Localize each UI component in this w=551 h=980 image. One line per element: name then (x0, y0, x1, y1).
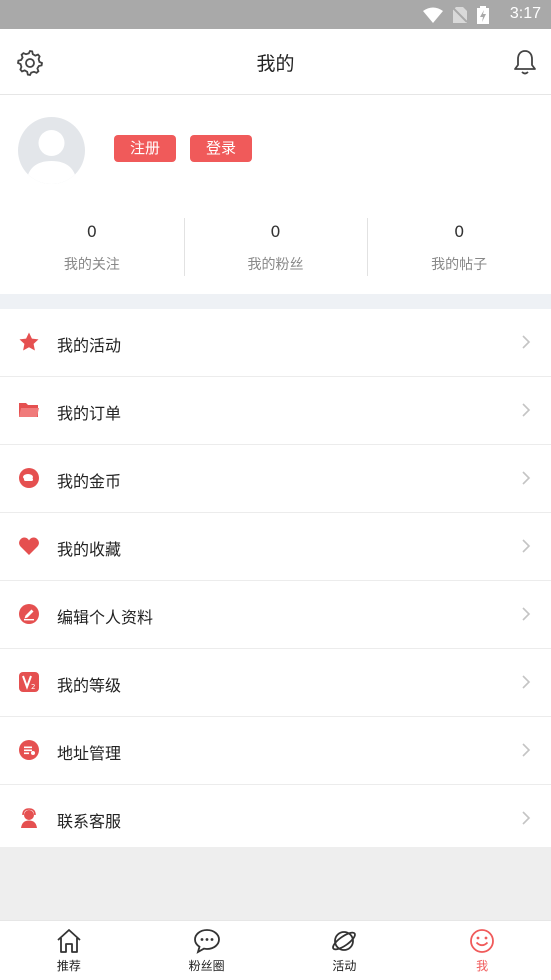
chevron-right-icon (522, 471, 531, 485)
stat-value: 0 (270, 222, 281, 241)
chevron-right-icon (522, 607, 531, 621)
tab-recommend[interactable]: 推荐 (0, 921, 138, 980)
menu-item-level[interactable]: 2 我的等级 (0, 649, 551, 717)
level-icon: 2 (19, 672, 39, 692)
status-time: 3:17 (509, 5, 541, 22)
customer-service-icon (21, 808, 37, 828)
star-icon (19, 332, 39, 351)
chevron-right-icon (522, 811, 531, 825)
stat-label: 我的关注 (63, 257, 120, 273)
planet-icon (332, 931, 357, 951)
status-icons (423, 6, 489, 24)
tab-fan-circle[interactable]: 粉丝圈 (138, 921, 276, 980)
menu-item-orders[interactable]: 我的订单 (0, 377, 551, 445)
menu-item-coins[interactable]: 我的金币 (0, 445, 551, 513)
menu-item-favorites[interactable]: 我的收藏 (0, 513, 551, 581)
stat-label: 我的帖子 (431, 257, 488, 273)
menu-item-label: 联系客服 (57, 812, 122, 831)
chat-bubble-icon (193, 929, 220, 954)
menu-item-activities[interactable]: 我的活动 (0, 309, 551, 377)
chevron-right-icon (522, 539, 531, 553)
stat-posts[interactable]: 0 我的帖子 (367, 218, 551, 280)
stat-fans[interactable]: 0 我的粉丝 (183, 218, 368, 280)
tab-label: 粉丝圈 (188, 959, 225, 973)
menu-item-customer-service[interactable]: 联系客服 (0, 785, 551, 853)
menu-item-edit-profile[interactable]: 编辑个人资料 (0, 581, 551, 649)
home-icon (57, 929, 81, 953)
tab-label: 活动 (332, 959, 357, 973)
menu-list: 我的活动 我的订单 我的金币 我的收藏 编辑个人资料 2 我的等级 地址管理 联… (0, 309, 551, 853)
stat-value: 0 (86, 222, 97, 241)
bell-icon[interactable] (511, 48, 539, 76)
avatar[interactable] (18, 117, 85, 184)
stats-row: 0 我的关注 0 我的粉丝 0 我的帖子 (0, 218, 551, 280)
stat-label: 我的粉丝 (247, 257, 304, 273)
wifi-icon (423, 7, 443, 23)
battery-charging-icon (477, 6, 489, 24)
login-button[interactable]: 登录 (190, 135, 253, 162)
title-bar: 我的 (0, 29, 551, 95)
menu-item-address[interactable]: 地址管理 (0, 717, 551, 785)
chevron-right-icon (522, 675, 531, 689)
tab-activities[interactable]: 活动 (276, 921, 414, 980)
menu-item-label: 我的收藏 (57, 540, 122, 559)
menu-item-label: 地址管理 (57, 744, 122, 763)
tab-label: 我 (476, 959, 489, 973)
no-sim-icon (453, 7, 467, 23)
menu-item-label: 我的活动 (57, 336, 122, 355)
tab-label: 推荐 (56, 959, 81, 973)
edit-icon (19, 604, 39, 624)
empty-area (0, 847, 551, 920)
menu-item-label: 我的金币 (57, 472, 122, 491)
register-button[interactable]: 注册 (114, 135, 177, 162)
bottom-tab-bar: 推荐 粉丝圈 活动 我 (0, 920, 551, 980)
default-avatar-icon (26, 130, 77, 184)
chevron-right-icon (522, 403, 531, 417)
tab-me[interactable]: 我 (413, 921, 551, 980)
chevron-right-icon (522, 335, 531, 349)
heart-icon (19, 537, 39, 555)
folder-icon (19, 403, 39, 417)
page-title: 我的 (256, 53, 295, 75)
chevron-right-icon (522, 743, 531, 757)
address-icon (19, 740, 39, 760)
smile-icon (470, 929, 495, 953)
status-bar: 3:17 (0, 0, 551, 29)
profile-section: 注册 登录 0 我的关注 0 我的粉丝 0 我的帖子 (0, 95, 551, 293)
stat-value: 0 (454, 222, 465, 241)
menu-item-label: 我的订单 (57, 404, 122, 423)
svg-text:2: 2 (31, 683, 35, 691)
stat-following[interactable]: 0 我的关注 (0, 220, 184, 280)
coin-icon (19, 468, 39, 488)
section-divider (0, 294, 551, 309)
menu-item-label: 编辑个人资料 (57, 608, 154, 627)
menu-item-label: 我的等级 (57, 676, 122, 695)
